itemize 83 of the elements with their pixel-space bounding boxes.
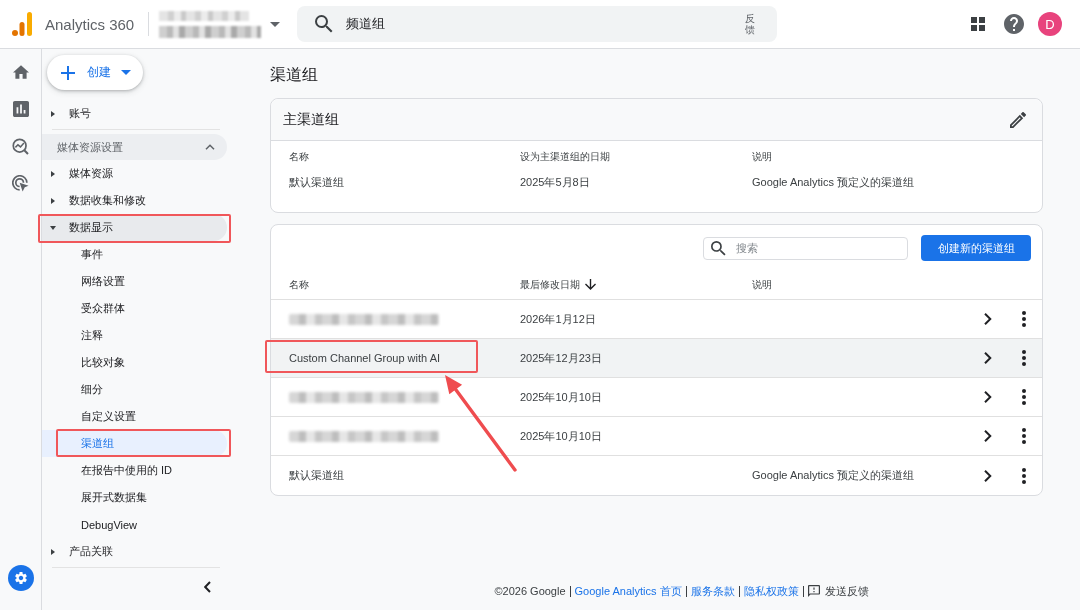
table-cell: 默认渠道组 [289,468,344,483]
table-cell: Google Analytics 预定义的渠道组 [752,468,914,483]
field-value: 2025年5月8日 [520,175,591,189]
field-label: 名称 [289,151,310,163]
create-button[interactable]: 创建 [47,55,143,90]
nav-link[interactable]: 事件 [42,241,227,268]
more-icon[interactable] [1022,350,1026,366]
table-cell: Custom Channel Group with AI [289,352,441,364]
footer-link[interactable]: Google Analytics 首页 [574,584,682,598]
nav-item[interactable]: 产品关联 [42,538,227,565]
table-cell: 2025年10月10日 [520,389,602,405]
search-icon [315,15,334,33]
nav-item[interactable]: 数据收集和修改 [42,187,227,214]
column-header: 名称 [289,277,309,292]
chevron-right-icon[interactable] [984,313,992,325]
field-value: Google Analytics 预定义的渠道组 [752,175,915,189]
nav-item[interactable]: 账号 [42,100,227,127]
field-label: 设为主渠道组的日期 [520,151,611,163]
chevron-right-icon[interactable] [984,391,992,403]
nav-link[interactable]: DebugView [42,511,227,538]
table-row[interactable]: Custom Channel Group with AI 2025年12月23日 [271,339,1042,378]
feedback-link[interactable]: 发送反馈 [807,584,869,598]
table-cell: 2025年10月10日 [520,428,602,444]
table-row[interactable]: 2025年10月10日 [271,417,1042,456]
search-field[interactable]: 搜索 [703,236,908,260]
plus-icon [61,65,75,80]
nav-link[interactable]: 受众群体 [42,295,227,322]
settings-icon[interactable] [7,565,34,591]
more-icon[interactable] [1022,467,1026,484]
home-icon[interactable] [12,65,29,79]
field-value: 默认渠道组 [289,175,345,189]
field-label: 说明 [752,151,773,163]
caret-icon[interactable] [270,21,281,27]
footer-text: ©2026 Google [494,584,566,598]
table-row[interactable]: 2025年10月10日 [271,378,1042,417]
product-name: Analytics 360 [45,15,135,33]
edit-icon[interactable] [1010,111,1026,128]
nav-link[interactable]: 在报告中使用的 ID [42,457,227,484]
footer-link[interactable]: 服务条款 [690,584,735,598]
nav-item[interactable]: 媒体资源 [42,160,227,187]
chevron-up-icon [205,144,215,150]
page-title: 渠道组 [270,65,319,85]
caret-icon [51,197,55,204]
column-header[interactable]: 最后修改日期 [520,277,580,292]
target-cursor-icon[interactable] [12,174,29,192]
chevron-left-icon[interactable] [203,581,211,593]
chevron-right-icon[interactable] [984,352,992,364]
arrow-down-icon[interactable] [585,279,596,290]
more-icon[interactable] [1022,428,1026,444]
bar-chart-icon[interactable] [12,101,29,117]
column-header: 说明 [752,277,772,292]
create-channel-group-button[interactable]: 创建新的渠道组 [921,235,1031,261]
help-icon[interactable] [1004,14,1024,34]
nav-link[interactable]: 细分 [42,376,227,403]
nav-link[interactable]: 注释 [42,322,227,349]
chevron-right-icon[interactable] [984,469,992,482]
table-cell: 2026年1月12日 [520,311,596,327]
table-cell: 2025年12月23日 [520,350,602,366]
caret-icon [51,170,55,177]
nav-item[interactable]: 数据显示 [42,214,227,241]
section-header[interactable]: 媒体资源设置 [42,134,227,160]
caret-icon [51,548,55,555]
analytics-logo-icon [12,12,32,36]
apps-grid-icon[interactable] [971,17,985,31]
feedback-icon [807,585,820,597]
chart-search-icon[interactable] [12,137,29,155]
nav-link[interactable]: 比较对象 [42,349,227,376]
caret-icon [51,110,55,117]
account-avatar[interactable]: D [1038,12,1062,36]
caret-icon [50,225,56,230]
card-title: 主渠道组 [283,110,339,129]
footer-link[interactable]: 隐私权政策 [743,584,799,598]
nav-link[interactable]: 网络设置 [42,268,227,295]
table-row[interactable]: 默认渠道组 Google Analytics 预定义的渠道组 [271,456,1042,495]
search-icon [711,240,726,256]
caret-icon [121,70,131,75]
search-field[interactable]: 频道组 反馈 [297,6,778,42]
nav-link[interactable]: 展开式数据集 [42,484,227,511]
more-icon[interactable] [1022,389,1026,405]
nav-link[interactable]: 自定义设置 [42,403,227,430]
more-icon[interactable] [1022,311,1026,327]
feedback-link[interactable]: 反馈 [745,13,756,35]
chevron-right-icon[interactable] [984,430,992,442]
